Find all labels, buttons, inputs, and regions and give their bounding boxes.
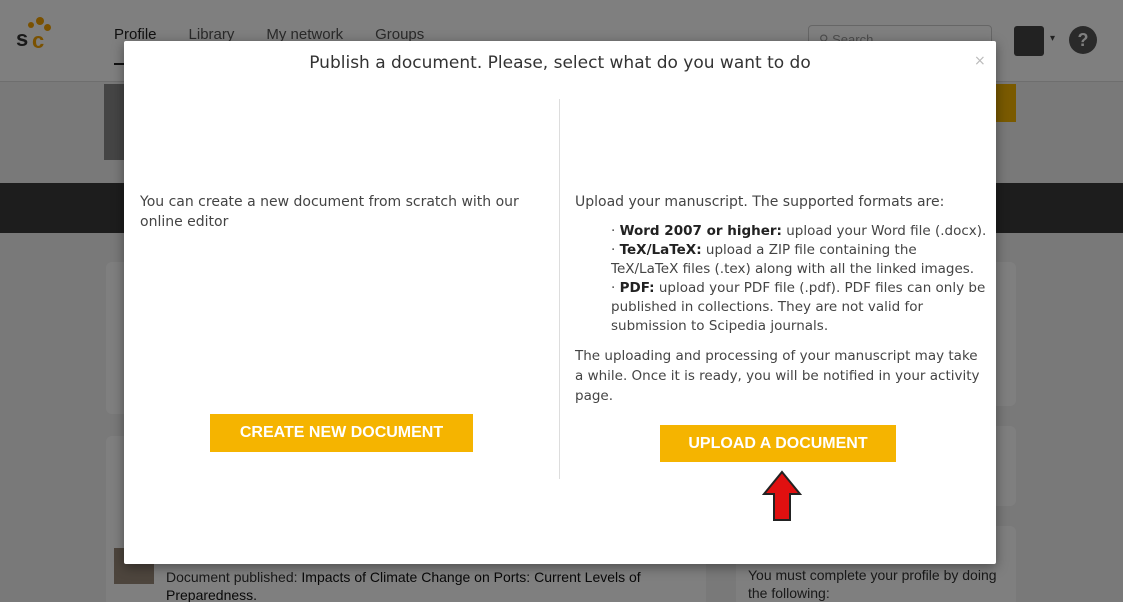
- format-item-tex: · TeX/LaTeX: upload a ZIP file containin…: [611, 242, 975, 277]
- upload-document-section: Upload your manuscript. The supported fo…: [575, 192, 987, 406]
- format-item-word: · Word 2007 or higher: upload your Word …: [611, 223, 987, 239]
- modal-title: Publish a document. Please, select what …: [309, 53, 811, 73]
- create-document-description: You can create a new document from scrat…: [140, 194, 519, 230]
- upload-processing-note: The uploading and processing of your man…: [575, 348, 980, 404]
- upload-intro: Upload your manuscript. The supported fo…: [575, 194, 945, 210]
- up-arrow-icon: [762, 470, 802, 521]
- format-item-pdf: · PDF: upload your PDF file (.pdf). PDF …: [611, 280, 986, 334]
- publish-document-modal: Publish a document. Please, select what …: [124, 41, 996, 564]
- supported-formats-list: · Word 2007 or higher: upload your Word …: [575, 222, 987, 336]
- close-icon[interactable]: ×: [974, 53, 986, 69]
- create-new-document-button[interactable]: CREATE NEW DOCUMENT: [210, 414, 473, 452]
- upload-a-document-button[interactable]: UPLOAD A DOCUMENT: [660, 425, 896, 462]
- column-divider: [559, 99, 560, 479]
